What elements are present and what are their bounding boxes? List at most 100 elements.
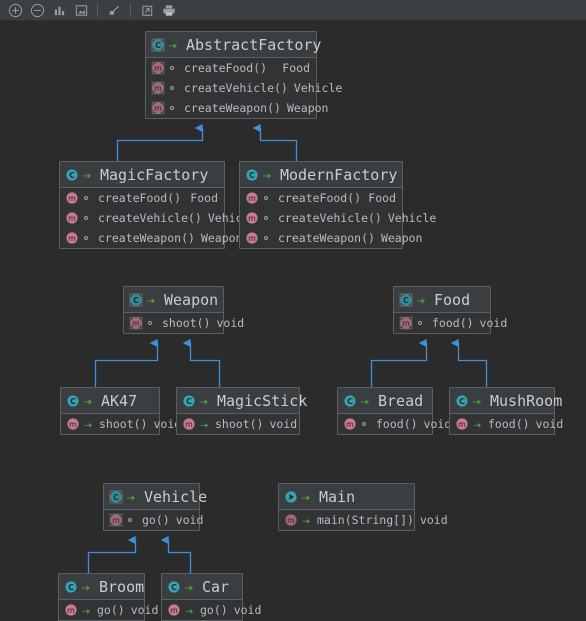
class-node-header[interactable]: C Weapon bbox=[124, 287, 223, 313]
class-member-row[interactable]: m go() void bbox=[162, 600, 261, 620]
visibility-public-icon bbox=[146, 297, 156, 304]
class-node-header[interactable]: C Bread bbox=[338, 388, 432, 414]
class-member-row[interactable]: m createWeapon() Weapon bbox=[146, 98, 328, 118]
method-abstract-icon: m bbox=[151, 61, 165, 75]
member-type-label: Food bbox=[282, 61, 310, 75]
zoom-in-button[interactable] bbox=[4, 0, 26, 20]
class-node-header[interactable]: C MagicStick bbox=[177, 388, 307, 414]
class-node-header[interactable]: C Broom bbox=[59, 574, 144, 600]
class-node-header[interactable]: C AK47 bbox=[61, 388, 159, 414]
class-member-row[interactable]: m createWeapon() Weapon bbox=[60, 228, 242, 248]
method-abstract-icon: m bbox=[151, 81, 165, 95]
class-node-header[interactable]: C Car bbox=[162, 574, 242, 600]
visibility-public-icon bbox=[262, 172, 272, 179]
class-node[interactable]: C MagicStick m shoot() void bbox=[176, 387, 307, 435]
toolbar-separator-2 bbox=[130, 3, 131, 17]
generalization-link[interactable] bbox=[370, 338, 428, 387]
visibility-public-icon bbox=[199, 398, 209, 405]
class-member-row[interactable]: m main(String[]) void bbox=[279, 510, 448, 530]
class-node-header[interactable]: C Vehicle bbox=[104, 484, 207, 510]
class-member-row[interactable]: m go() void bbox=[104, 510, 203, 530]
abstract-member-marker bbox=[82, 213, 93, 224]
zoom-out-button[interactable] bbox=[26, 0, 48, 20]
method-icon: m bbox=[183, 418, 195, 430]
visibility-public-icon bbox=[301, 494, 311, 501]
visibility-public-icon bbox=[416, 297, 426, 304]
class-node-header[interactable]: C AbstractFactory bbox=[146, 32, 321, 58]
class-node[interactable]: C AbstractFactory m createFood() Food m create… bbox=[145, 31, 342, 119]
class-name-label: Car bbox=[202, 577, 230, 596]
class-node-header[interactable]: C Food bbox=[394, 287, 490, 313]
zoom-out-icon bbox=[30, 3, 44, 17]
actual-size-button[interactable] bbox=[48, 0, 70, 20]
class-name-label: MushRoom bbox=[490, 391, 563, 410]
method-abstract-icon: m bbox=[129, 316, 143, 330]
class-member-row[interactable]: m shoot() void bbox=[124, 313, 244, 333]
generalization-link[interactable] bbox=[94, 338, 159, 387]
abstract-member-marker bbox=[146, 318, 157, 329]
member-name-label: shoot() bbox=[215, 417, 264, 431]
print-button[interactable] bbox=[158, 0, 180, 20]
class-member-row[interactable]: m food() void bbox=[394, 313, 507, 333]
class-node-header[interactable]: C ModernFactory bbox=[240, 162, 402, 188]
class-member-row[interactable]: m createWeapon() Weapon bbox=[240, 228, 422, 248]
class-member-row[interactable]: m shoot() void bbox=[61, 414, 181, 434]
fit-content-button[interactable] bbox=[70, 0, 92, 20]
class-node[interactable]: C Weapon m shoot() void bbox=[123, 286, 244, 334]
class-member-row[interactable]: m createVehicle() Vehicle bbox=[240, 208, 436, 228]
svg-text:m: m bbox=[68, 194, 76, 203]
generalization-link[interactable] bbox=[87, 535, 137, 573]
edge-mode-button[interactable] bbox=[103, 0, 125, 20]
svg-text:m: m bbox=[346, 420, 354, 429]
class-node[interactable]: C ModernFactory m createFood() Food m createVe… bbox=[239, 161, 436, 249]
class-node[interactable]: C Bread m food() void bbox=[337, 387, 451, 435]
export-button[interactable] bbox=[136, 0, 158, 20]
class-node-header[interactable]: C MushRoom bbox=[450, 388, 562, 414]
svg-text:C: C bbox=[347, 396, 353, 405]
class-icon: C bbox=[246, 168, 258, 181]
member-name-label: createVehicle() bbox=[98, 211, 202, 225]
class-node[interactable]: C Food m food() void bbox=[393, 286, 507, 334]
member-name-label: createWeapon() bbox=[184, 101, 281, 115]
class-member-row[interactable]: m createVehicle() Vehicle bbox=[146, 78, 342, 98]
class-member-row[interactable]: m food() void bbox=[450, 414, 563, 434]
generalization-link[interactable] bbox=[252, 123, 298, 161]
generalization-link[interactable] bbox=[450, 338, 488, 387]
class-node-header[interactable]: C MagicFactory bbox=[60, 162, 224, 188]
class-node[interactable]: C AK47 m shoot() void bbox=[60, 387, 181, 435]
class-member-row[interactable]: m createFood() Food bbox=[146, 58, 316, 78]
visibility-public-icon bbox=[472, 398, 482, 405]
member-name-label: createFood() bbox=[98, 191, 182, 205]
generalization-link[interactable] bbox=[182, 338, 221, 387]
visibility-public-icon bbox=[184, 584, 194, 591]
class-member-row[interactable]: m go() void bbox=[59, 600, 158, 620]
class-node[interactable]: C Car m go() void bbox=[161, 573, 261, 621]
class-node[interactable]: C Vehicle m go() void bbox=[103, 483, 207, 531]
toolbar-separator-1 bbox=[97, 3, 98, 17]
class-member-row[interactable]: m shoot() void bbox=[177, 414, 299, 434]
abstract-member-marker bbox=[126, 515, 137, 526]
abstract-class-icon: C bbox=[151, 38, 165, 51]
member-type-label: Food bbox=[190, 191, 218, 205]
method-icon: m bbox=[66, 212, 78, 224]
class-member-row[interactable]: m createVehicle() Vehicle bbox=[60, 208, 256, 228]
class-node-header[interactable]: Main bbox=[279, 484, 414, 510]
abstract-member-marker bbox=[262, 193, 273, 204]
class-name-label: AK47 bbox=[101, 391, 138, 410]
override-icon bbox=[84, 422, 93, 428]
class-icon: C bbox=[168, 580, 180, 593]
class-icon: C bbox=[344, 394, 356, 407]
class-member-row[interactable]: m food() void bbox=[338, 414, 451, 434]
svg-text:m: m bbox=[112, 516, 120, 525]
abstract-member-marker bbox=[262, 233, 273, 244]
diagram-canvas[interactable]: C AbstractFactory m createFood() Food m create… bbox=[0, 21, 586, 621]
class-node[interactable]: C Broom m go() void bbox=[58, 573, 158, 621]
generalization-link[interactable] bbox=[160, 535, 192, 573]
class-node[interactable]: C MagicFactory m createFood() Food m createVeh… bbox=[59, 161, 256, 249]
class-member-row[interactable]: m createFood() Food bbox=[240, 188, 402, 208]
class-node[interactable]: Main m main(String[]) void bbox=[278, 483, 448, 531]
class-node[interactable]: C MushRoom m food() void bbox=[449, 387, 563, 435]
class-member-row[interactable]: m createFood() Food bbox=[60, 188, 224, 208]
member-type-label: void bbox=[175, 513, 204, 527]
generalization-link[interactable] bbox=[116, 123, 204, 161]
